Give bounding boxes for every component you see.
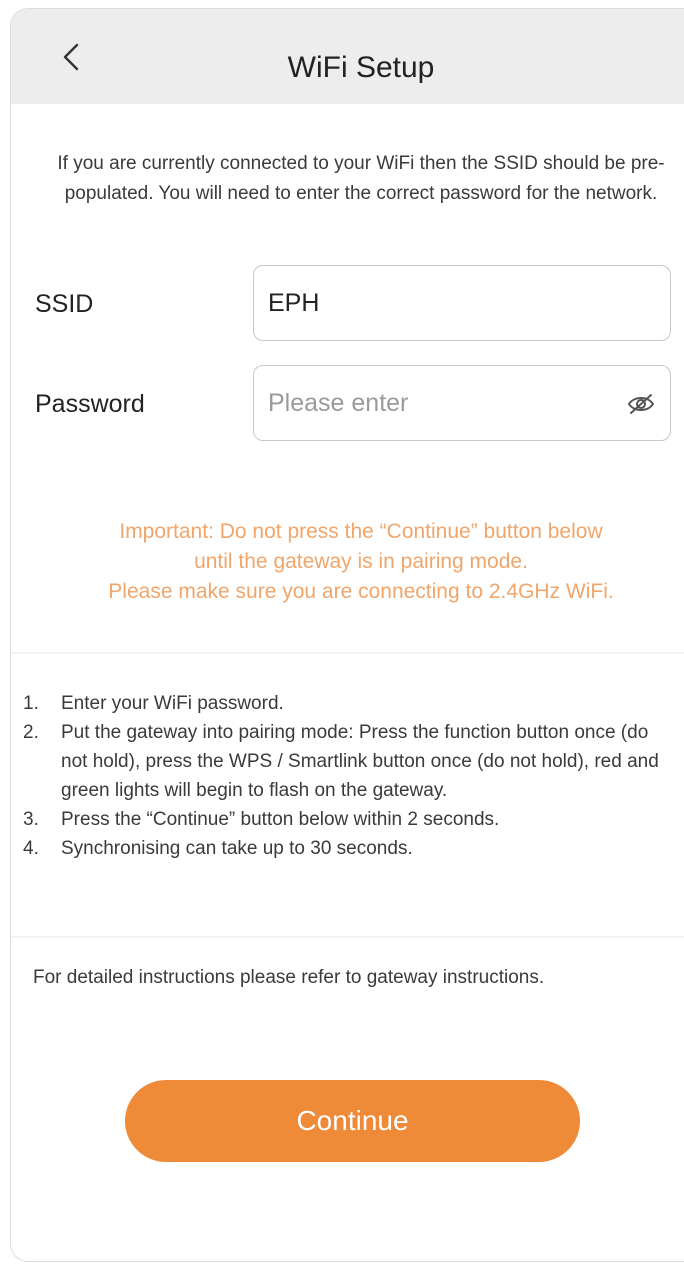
important-notice: Important: Do not press the “Continue” b…: [31, 517, 684, 607]
list-item: 3. Press the “Continue” button below wit…: [23, 809, 500, 830]
divider: [11, 652, 684, 654]
intro-text: If you are currently connected to your W…: [57, 153, 665, 204]
wifi-setup-screen: WiFi Setup If you are currently connecte…: [10, 8, 684, 1262]
step-text: Put the gateway into pairing mode: Press…: [61, 722, 659, 801]
list-item: 4. Synchronising can take up to 30 secon…: [23, 838, 413, 859]
step-text: Press the “Continue” button below within…: [61, 809, 500, 830]
ssid-label: SSID: [35, 290, 94, 318]
continue-button[interactable]: Continue: [125, 1080, 580, 1162]
ssid-field[interactable]: [253, 265, 671, 341]
ssid-input[interactable]: [268, 266, 598, 340]
important-line-2: until the gateway is in pairing mode.: [194, 550, 528, 573]
password-field[interactable]: [253, 365, 671, 441]
header-bar: WiFi Setup: [11, 9, 684, 104]
page-title: WiFi Setup: [287, 51, 435, 84]
list-item: 1. Enter your WiFi password.: [23, 693, 284, 714]
password-input[interactable]: [268, 366, 598, 440]
step-text: Enter your WiFi password.: [61, 693, 284, 714]
eye-icon: [627, 394, 655, 414]
list-item: 2. Put the gateway into pairing mode: Pr…: [23, 722, 659, 801]
step-text: Synchronising can take up to 30 seconds.: [61, 838, 413, 859]
password-label: Password: [35, 390, 145, 418]
password-visibility-toggle[interactable]: [626, 390, 656, 418]
important-line-3: Please make sure you are connecting to 2…: [108, 580, 614, 603]
detail-instructions-text: For detailed instructions please refer t…: [33, 967, 545, 988]
important-line-1: Important: Do not press the “Continue” b…: [119, 520, 603, 543]
instruction-steps: 1. Enter your WiFi password. 2. Put the …: [23, 689, 673, 863]
divider: [11, 936, 684, 938]
